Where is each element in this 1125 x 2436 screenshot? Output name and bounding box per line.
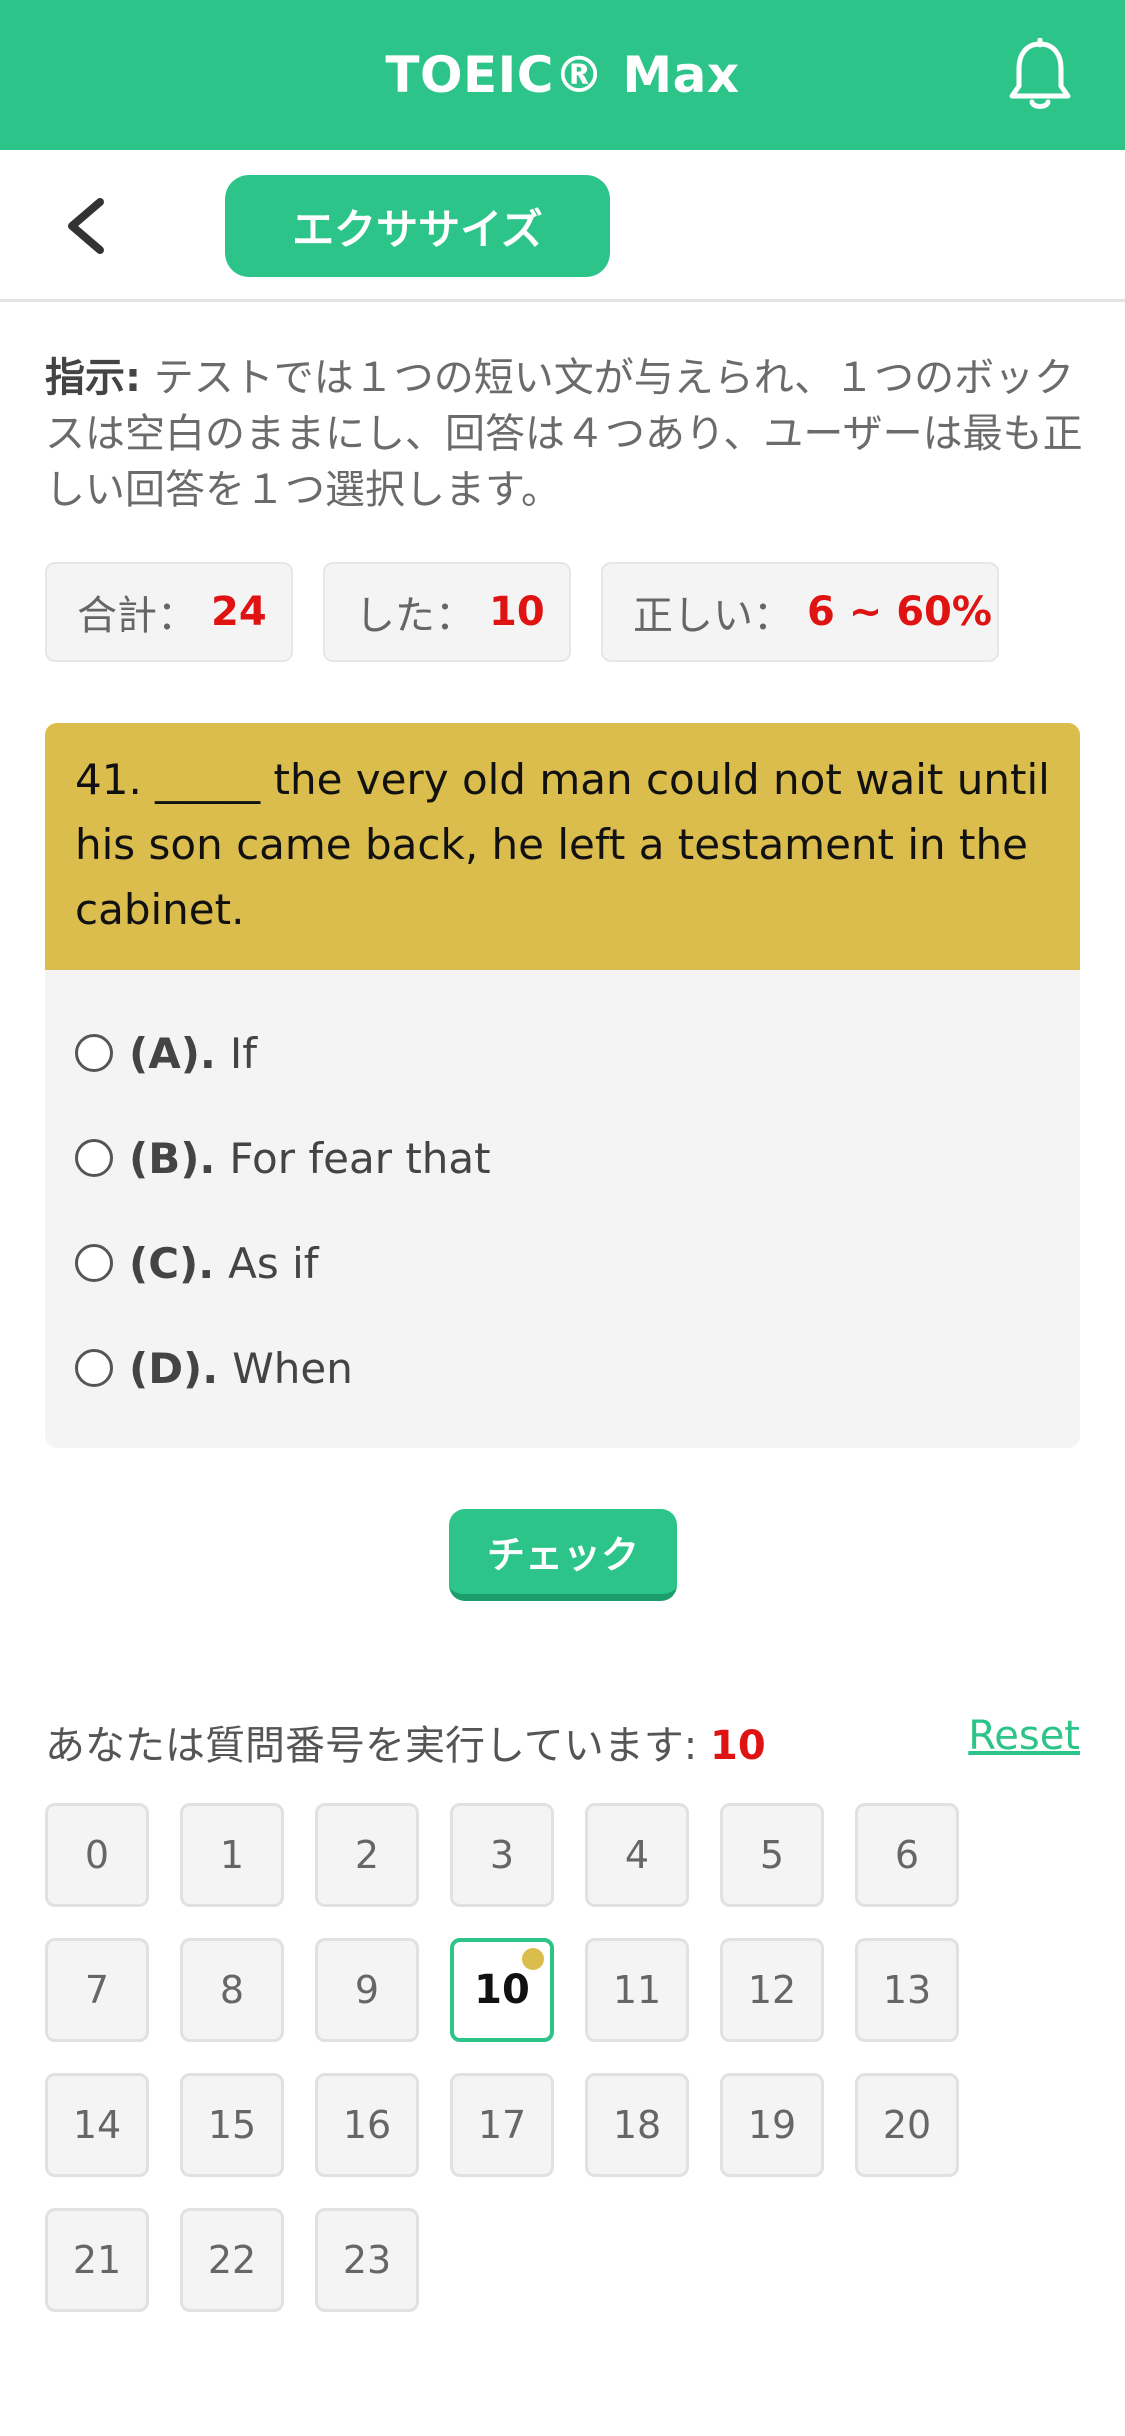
sub-navigation: エクササイズ xyxy=(0,150,1125,302)
option-text: As if xyxy=(228,1238,319,1288)
question-text: 41. _____ the very old man could not wai… xyxy=(45,723,1080,970)
question-number-button[interactable]: 3 xyxy=(450,1803,554,1907)
option-letter: (D). xyxy=(129,1343,219,1393)
instructions-text: テストでは１つの短い文が与えられ、１つのボックスは空白のままにし、回答は４つあり… xyxy=(45,355,1083,513)
stat-done: した： 10 xyxy=(323,562,571,662)
progress-text: あなたは質問番号を実行しています: 10 xyxy=(45,1713,766,1771)
question-number-button[interactable]: 8 xyxy=(180,1938,284,2042)
question-number-button[interactable]: 19 xyxy=(720,2073,824,2177)
exercise-tab-button[interactable]: エクササイズ xyxy=(225,175,610,277)
radio-button[interactable] xyxy=(75,1244,113,1282)
question-number-button[interactable]: 20 xyxy=(855,2073,959,2177)
question-number-button[interactable]: 23 xyxy=(315,2208,419,2312)
app-header: TOEIC® Max xyxy=(0,0,1125,150)
question-number-button[interactable]: 2 xyxy=(315,1803,419,1907)
instructions-label: 指示: xyxy=(45,355,141,401)
question-number-button[interactable]: 18 xyxy=(585,2073,689,2177)
option-b[interactable]: (B). For fear that xyxy=(75,1118,491,1198)
radio-button[interactable] xyxy=(75,1349,113,1387)
question-number-button[interactable]: 4 xyxy=(585,1803,689,1907)
stat-correct: 正しい： 6 ~ 60% xyxy=(601,562,999,662)
question-number-button[interactable]: 5 xyxy=(720,1803,824,1907)
stat-total: 合計： 24 xyxy=(45,562,293,662)
option-a[interactable]: (A). If xyxy=(75,1013,257,1093)
stat-label: 正しい： xyxy=(633,593,793,639)
stat-value: 24 xyxy=(211,589,267,635)
question-number-button-active[interactable]: 10 xyxy=(450,1938,554,2042)
question-number-button[interactable]: 15 xyxy=(180,2073,284,2177)
current-question-number: 10 xyxy=(710,1723,766,1769)
option-d[interactable]: (D). When xyxy=(75,1328,353,1408)
bell-icon[interactable] xyxy=(1005,38,1075,114)
question-number-button[interactable]: 12 xyxy=(720,1938,824,2042)
question-number-button[interactable]: 6 xyxy=(855,1803,959,1907)
stat-value: 6 ~ 60% xyxy=(807,589,992,635)
option-text: If xyxy=(229,1028,258,1078)
question-number-button[interactable]: 1 xyxy=(180,1803,284,1907)
question-number-button[interactable]: 11 xyxy=(585,1938,689,2042)
question-number-button[interactable]: 14 xyxy=(45,2073,149,2177)
question-card: 41. _____ the very old man could not wai… xyxy=(45,723,1080,1448)
radio-button[interactable] xyxy=(75,1034,113,1072)
check-button[interactable]: チェック xyxy=(449,1509,677,1601)
question-number-button[interactable]: 0 xyxy=(45,1803,149,1907)
question-number-button[interactable]: 16 xyxy=(315,2073,419,2177)
option-letter: (A). xyxy=(129,1028,216,1078)
reset-link[interactable]: Reset xyxy=(968,1713,1080,1759)
option-text: For fear that xyxy=(229,1133,491,1183)
question-number-button[interactable]: 17 xyxy=(450,2073,554,2177)
stat-label: 合計： xyxy=(77,593,197,639)
chevron-left-icon[interactable] xyxy=(60,196,116,256)
stat-label: した： xyxy=(355,593,475,639)
question-number-button[interactable]: 21 xyxy=(45,2208,149,2312)
stat-value: 10 xyxy=(489,589,545,635)
option-letter: (B). xyxy=(129,1133,216,1183)
progress-label: あなたは質問番号を実行しています: xyxy=(45,1723,698,1769)
question-number-button[interactable]: 9 xyxy=(315,1938,419,2042)
question-number-button[interactable]: 22 xyxy=(180,2208,284,2312)
radio-button[interactable] xyxy=(75,1139,113,1177)
question-number-button[interactable]: 13 xyxy=(855,1938,959,2042)
option-text: When xyxy=(232,1343,353,1393)
instructions: 指示: テストでは１つの短い文が与えられ、１つのボックスは空白のままにし、回答は… xyxy=(45,350,1085,518)
current-indicator-dot xyxy=(522,1948,544,1970)
question-number-label: 10 xyxy=(474,1967,530,2013)
app-title: TOEIC® Max xyxy=(385,46,740,104)
question-number-button[interactable]: 7 xyxy=(45,1938,149,2042)
option-c[interactable]: (C). As if xyxy=(75,1223,319,1303)
option-letter: (C). xyxy=(129,1238,215,1288)
